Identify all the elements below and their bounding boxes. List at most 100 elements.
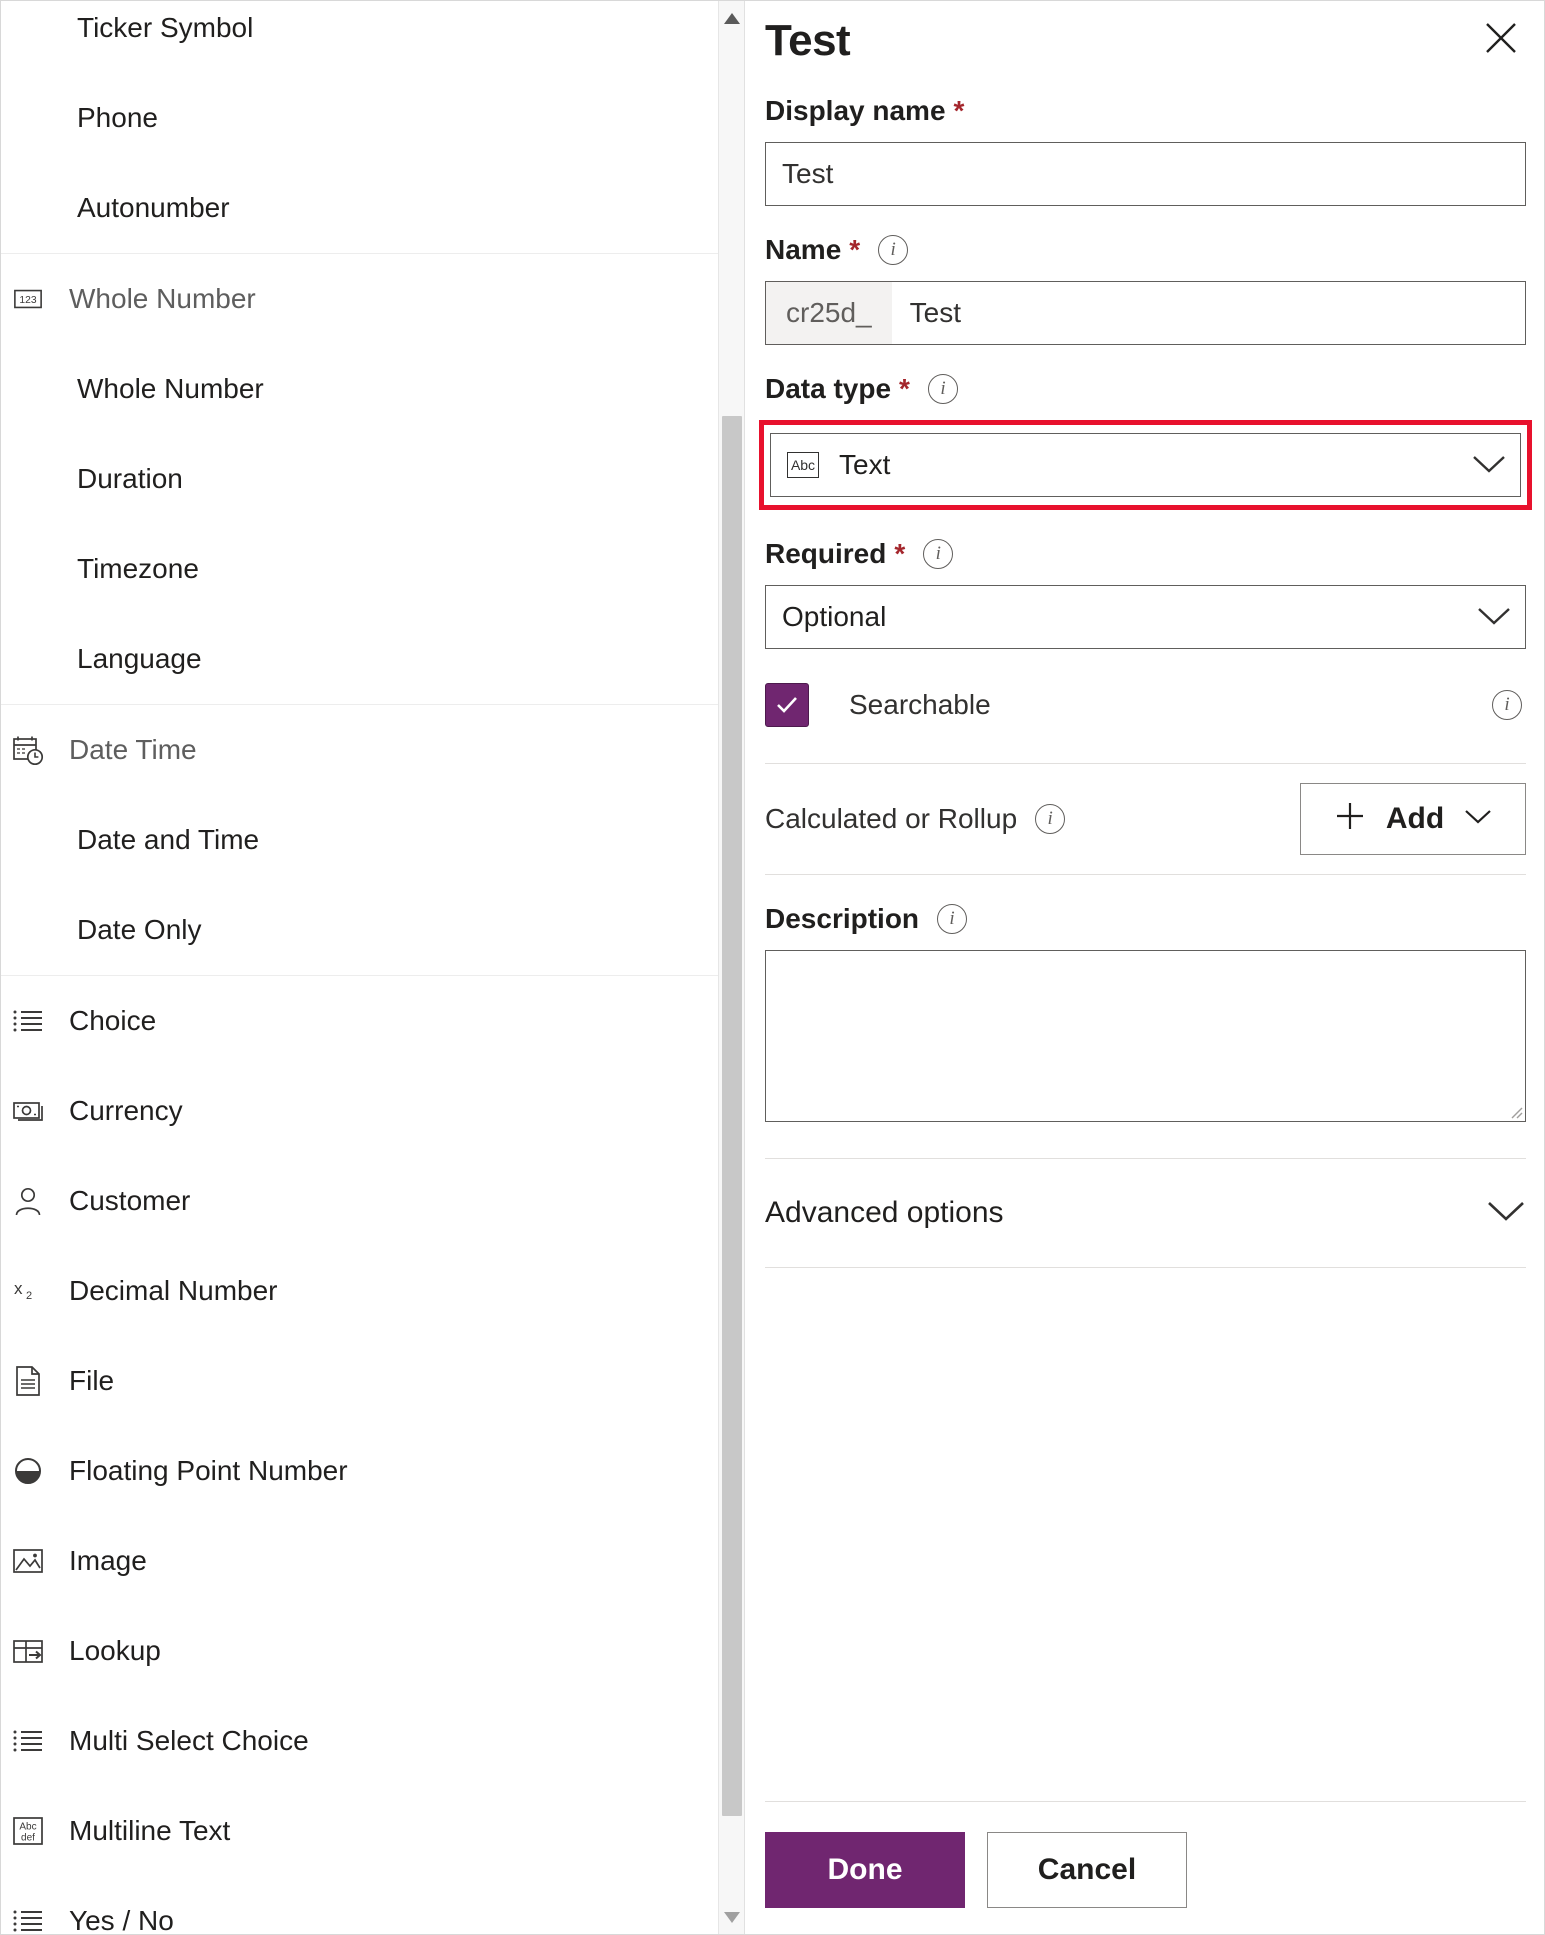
x-subscript-icon: x 2 <box>11 1274 45 1308</box>
chevron-down-icon <box>1464 808 1492 830</box>
file-icon <box>11 1364 45 1398</box>
data-type-item[interactable]: Yes / No <box>1 1876 718 1934</box>
data-type-item[interactable]: Phone <box>1 73 718 163</box>
data-type-item[interactable]: Choice <box>1 976 718 1066</box>
close-icon[interactable] <box>1478 15 1524 61</box>
scroll-down-arrow-icon[interactable] <box>719 1904 745 1930</box>
data-type-item[interactable]: Autonumber <box>1 163 718 253</box>
panel-header: Test <box>765 1 1526 67</box>
data-type-item-label: Decimal Number <box>69 1275 278 1306</box>
info-icon[interactable]: i <box>1492 690 1522 720</box>
required-dropdown[interactable]: Optional <box>765 585 1526 649</box>
plus-icon <box>1334 800 1366 838</box>
panel-spacer <box>765 1268 1526 1801</box>
resize-grip-icon[interactable] <box>1509 1105 1523 1119</box>
add-button-label: Add <box>1385 802 1445 835</box>
data-type-group: Choice Currency Customer x 2 Decimal Numbe… <box>1 976 718 1934</box>
advanced-options-toggle[interactable]: Advanced options <box>765 1159 1526 1267</box>
data-type-item[interactable]: Timezone <box>1 524 718 614</box>
data-type-item[interactable]: Floating Point Number <box>1 1426 718 1516</box>
info-icon[interactable]: i <box>878 235 909 265</box>
display-name-label-text: Display name <box>765 95 946 126</box>
scroll-up-arrow-icon[interactable] <box>719 5 745 31</box>
data-type-item-label: Currency <box>69 1095 183 1126</box>
svg-text:123: 123 <box>19 295 36 306</box>
searchable-checkbox[interactable] <box>765 683 809 727</box>
data-type-item[interactable]: Date Only <box>1 885 718 975</box>
data-type-list[interactable]: Ticker Symbol Phone Autonumber 123 Whole Nu… <box>1 1 719 1934</box>
info-icon[interactable]: i <box>1035 804 1066 834</box>
lookup-table-icon <box>11 1634 45 1668</box>
data-type-item-label: Yes / No <box>69 1905 174 1934</box>
field-properties-panel: Test Display name * Test Name * i cr25d_… <box>745 1 1544 1934</box>
data-type-item[interactable]: Lookup <box>1 1606 718 1696</box>
info-icon[interactable]: i <box>927 374 958 404</box>
searchable-row: Searchable i <box>765 683 1526 727</box>
data-type-item-label: Lookup <box>69 1635 161 1666</box>
data-type-item-label: Date and Time <box>77 824 260 855</box>
data-type-group: 123 Whole Number Whole Number Duration Timez… <box>1 254 718 705</box>
data-type-item[interactable]: Currency <box>1 1066 718 1156</box>
data-type-item[interactable]: Abc def Multiline Text <box>1 1786 718 1876</box>
description-label: Description i <box>765 901 1526 937</box>
calculated-or-rollup-label-group: Calculated or Rollup i <box>765 803 1066 835</box>
data-type-item-label: Whole Number <box>77 373 264 404</box>
svg-text:Abc: Abc <box>19 1822 36 1833</box>
list-icon <box>11 1904 45 1934</box>
name-input[interactable]: Test <box>892 282 1525 344</box>
data-type-item[interactable]: Customer <box>1 1156 718 1246</box>
data-type-item[interactable]: Multi Select Choice <box>1 1696 718 1786</box>
data-type-item[interactable]: Date and Time <box>1 795 718 885</box>
data-type-selected: Abc Text <box>787 449 1472 481</box>
cancel-button[interactable]: Cancel <box>987 1832 1187 1908</box>
list-icon <box>11 1004 45 1038</box>
info-icon[interactable]: i <box>937 904 968 934</box>
list-scrollbar[interactable] <box>719 1 745 1934</box>
calculated-or-rollup-label: Calculated or Rollup <box>765 803 1018 834</box>
data-type-item[interactable]: Duration <box>1 434 718 524</box>
data-type-item-label: Duration <box>77 463 183 494</box>
chevron-down-icon[interactable] <box>1486 1199 1526 1228</box>
data-type-item[interactable]: Language <box>1 614 718 704</box>
description-textarea[interactable] <box>765 950 1526 1122</box>
description-label-text: Description <box>765 903 920 934</box>
money-icon <box>11 1094 45 1128</box>
svg-text:x: x <box>14 1279 23 1298</box>
data-type-item-label: Floating Point Number <box>69 1455 348 1486</box>
field-editor-screen: Ticker Symbol Phone Autonumber 123 Whole Nu… <box>0 0 1545 1935</box>
data-type-item[interactable]: x 2 Decimal Number <box>1 1246 718 1336</box>
data-type-item-label: Image <box>69 1545 147 1576</box>
data-type-field: Data type * i Abc Text <box>759 371 1532 510</box>
data-type-item-label: Date Only <box>77 914 202 945</box>
data-type-label: Data type * i <box>765 371 1526 407</box>
data-type-item-label: Customer <box>69 1185 191 1216</box>
svg-text:def: def <box>21 1833 35 1844</box>
done-button[interactable]: Done <box>765 1832 965 1908</box>
half-circle-icon <box>11 1454 45 1488</box>
add-button[interactable]: Add <box>1300 783 1526 855</box>
data-type-value: Text <box>839 449 891 480</box>
data-type-item[interactable]: Image <box>1 1516 718 1606</box>
info-icon[interactable]: i <box>923 539 954 569</box>
data-type-group-header[interactable]: 123 Whole Number <box>1 254 718 344</box>
data-type-group-header[interactable]: Date Time <box>1 705 718 795</box>
name-label: Name * i <box>765 232 1526 268</box>
data-type-label-text: Data type <box>765 373 892 404</box>
data-type-item[interactable]: File <box>1 1336 718 1426</box>
data-type-group: Ticker Symbol Phone Autonumber <box>1 1 718 254</box>
name-input-group[interactable]: cr25d_ Test <box>765 281 1526 345</box>
data-type-dropdown[interactable]: Abc Text <box>770 433 1521 497</box>
required-value: Optional <box>782 601 887 632</box>
data-type-item[interactable]: Whole Number <box>1 344 718 434</box>
display-name-input[interactable]: Test <box>765 142 1526 206</box>
chevron-down-icon[interactable] <box>1472 449 1506 481</box>
list-icon <box>11 1724 45 1758</box>
chevron-down-icon[interactable] <box>1477 601 1511 633</box>
data-type-group-label: Date Time <box>69 734 197 765</box>
required-label-text: Required <box>765 538 887 569</box>
data-type-item-label: Autonumber <box>77 192 230 223</box>
scrollbar-thumb[interactable] <box>722 416 742 1816</box>
name-label-text: Name <box>765 234 842 265</box>
data-type-item[interactable]: Ticker Symbol <box>1 1 718 73</box>
page-title: Test <box>765 16 851 65</box>
